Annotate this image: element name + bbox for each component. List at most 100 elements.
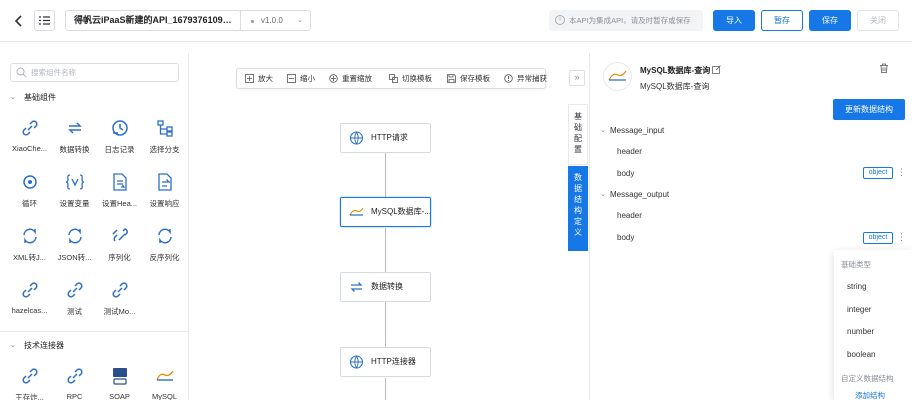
save-button[interactable]: 保存 [809,10,851,31]
edit-title-button[interactable] [712,65,721,74]
node-subtitle: MySQL数据库-查询 [640,82,710,91]
component-search-input[interactable]: 搜索组件名称 [10,63,179,82]
canvas-toolbar: 放大 缩小 重置缩放 切换模板 保存模板 异常捕获 [236,68,547,89]
tool-label: 重置缩放 [342,74,372,83]
reset-zoom-icon [329,74,338,83]
flow-node-http-request[interactable]: HTTP请求 [340,123,431,153]
flow-node-http-connector[interactable]: HTTP连接器 [340,347,431,377]
menu-button[interactable] [34,10,55,31]
tree-node-message-output[interactable]: ⌄ Message_output [600,190,669,199]
link-icon [21,282,38,298]
exception-capture-button[interactable]: 异常捕获 [504,69,547,88]
component-label: 王存炸... [15,393,44,400]
dropdown-option-boolean[interactable]: boolean [847,350,875,359]
component-label: RPC [66,392,83,400]
flow-connector [385,378,386,400]
section-tech-connectors[interactable]: ⌄ 技术连接器 [10,340,64,352]
component-item[interactable]: 设置变量 [52,172,97,222]
dropdown-option-number[interactable]: number [847,327,874,336]
save-notice-text: 本API为集成API，请及时暂存或保存 [569,16,691,25]
zoom-in-icon [245,74,254,83]
component-panel: 搜索组件名称 ⌄ 基础组件 XiaoChe... 数据转换 日志记录 选择分支 … [0,53,189,400]
search-placeholder: 搜索组件名称 [31,68,76,77]
tree-node-message-input[interactable]: ⌄ Message_input [600,126,664,135]
delete-node-button[interactable] [879,63,889,73]
caret-down-icon: ⌄ [600,191,606,198]
zoom-out-icon [287,74,296,83]
more-vertical-icon[interactable]: ⋮ [897,233,906,242]
component-label: 设置变量 [59,199,90,208]
dropdown-option-string[interactable]: string [847,282,867,291]
stage-button[interactable]: 暂存 [761,10,803,31]
version-value: v1.0.0 [261,16,283,25]
component-item[interactable]: JSON转... [52,226,97,276]
switch-template-button[interactable]: 切换模板 [389,69,432,88]
more-vertical-icon[interactable]: ⋮ [897,168,906,177]
caret-down-icon: ⌄ [600,127,606,134]
link-icon [21,368,38,384]
flow-canvas[interactable]: 放大 缩小 重置缩放 切换模板 保存模板 异常捕获 HTTP请求 MySQL数据… [190,53,568,400]
component-item[interactable]: SOAP [97,366,142,400]
transform-icon [67,122,82,134]
collapse-panel-button[interactable]: » [569,70,585,86]
flow-node-mysql-query[interactable]: MySQL数据库-... [340,197,431,227]
tree-item-header[interactable]: header [617,211,642,220]
component-item[interactable]: 选择分支 [142,118,187,168]
node-label: HTTP连接器 [371,357,416,366]
tab-basic-config[interactable]: 基础配置 [568,104,588,165]
tab-data-structure[interactable]: 数据结构定义 [568,166,588,251]
update-structure-button[interactable]: 更新数据结构 [833,99,905,120]
mysql-icon [155,370,174,381]
type-tag-object[interactable]: object [863,232,893,244]
zoom-out-button[interactable]: 缩小 [287,69,315,88]
tree-item-body[interactable]: body [617,169,634,178]
convert-icon [22,228,37,244]
component-item[interactable]: XiaoChe... [7,118,52,168]
add-structure-label: 添加结构 [855,391,885,400]
component-label: MySQL [151,392,177,400]
component-item[interactable]: 测试 [52,280,97,330]
mysql-icon [349,207,364,216]
component-label: XML转J... [13,253,46,262]
component-item[interactable]: 反序列化 [142,226,187,276]
dropdown-option-integer[interactable]: integer [847,305,871,314]
flow-node-data-transform[interactable]: 数据转换 [340,272,431,302]
header-icon [112,173,127,191]
version-select[interactable]: v1.0.0 ⌄ [240,10,311,31]
component-label: 设置Hea... [101,199,137,208]
component-item[interactable]: 日志记录 [97,118,142,168]
deserialize-icon [157,228,172,244]
component-item[interactable]: 数据转换 [52,118,97,168]
info-icon: i [555,15,565,25]
component-item[interactable]: 循环 [7,172,52,222]
section-basic-components[interactable]: ⌄ 基础组件 [10,92,56,104]
component-item[interactable]: MySQL [142,366,187,400]
import-button[interactable]: 导入 [713,10,755,31]
chevron-down-icon: ⌄ [297,17,303,24]
component-item[interactable]: 设置响应 [142,172,187,222]
component-label: 测试Mo... [103,307,136,316]
section-divider [0,331,189,332]
component-item[interactable]: 序列化 [97,226,142,276]
back-button[interactable] [10,12,28,30]
component-item[interactable]: 王存炸... [7,366,52,400]
component-item[interactable]: RPC [52,366,97,400]
type-tag-object[interactable]: object [863,167,893,179]
save-template-button[interactable]: 保存模板 [447,69,490,88]
component-item[interactable]: 设置Hea... [97,172,142,222]
api-title-field[interactable]: 得帆云iPaaS新建的API_16793761097... [65,10,241,31]
tool-label: 切换模板 [402,74,432,83]
component-label: 选择分支 [149,145,180,154]
tree-item-body[interactable]: body [617,233,634,242]
close-button[interactable]: 关闭 [857,10,899,31]
tree-item-header[interactable]: header [617,147,642,156]
component-item[interactable]: 测试Mo... [97,280,142,330]
link-icon [111,282,128,298]
flow-connector [385,302,386,347]
add-structure-option[interactable]: 添加结构 [834,390,912,400]
caret-down-icon: ⌄ [10,342,16,349]
component-item[interactable]: hazelcas... [7,280,52,330]
reset-zoom-button[interactable]: 重置缩放 [329,69,372,88]
component-item[interactable]: XML转J... [7,226,52,276]
zoom-in-button[interactable]: 放大 [245,69,273,88]
